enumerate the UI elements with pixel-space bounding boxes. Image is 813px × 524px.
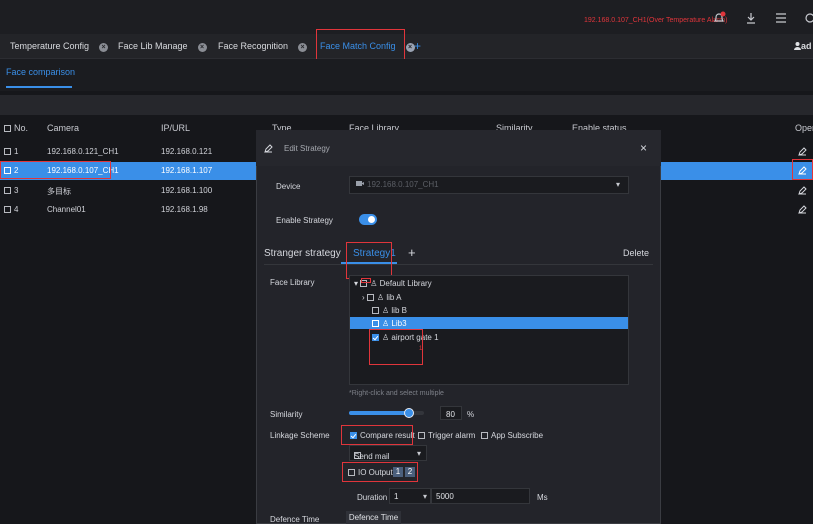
- tab-face-comparison[interactable]: Face comparison: [6, 67, 75, 77]
- edit-icon[interactable]: [798, 186, 807, 197]
- row-ip: 192.168.1.100: [161, 186, 213, 195]
- dialog-title: Edit Strategy: [284, 144, 330, 153]
- row-camera: 多目标: [47, 187, 71, 196]
- similarity-slider-fill: [349, 411, 409, 415]
- highlight-box: [342, 462, 418, 482]
- settings-icon[interactable]: [803, 11, 813, 25]
- divider: [264, 264, 653, 265]
- toolbar-band: [0, 95, 813, 115]
- linkage-scheme-label: Linkage Scheme: [270, 431, 330, 440]
- row-ip: 192.168.1.107: [161, 166, 213, 175]
- chevron-down-icon: ▾: [423, 492, 428, 501]
- highlight-box: [341, 425, 413, 445]
- tree-node-lib3[interactable]: ♙ Lib3: [372, 319, 407, 328]
- highlight-box: [369, 329, 423, 365]
- tree-checkbox[interactable]: [366, 294, 374, 301]
- tab-face-recognition[interactable]: Face Recognition ×: [218, 34, 308, 59]
- chevron-right-icon[interactable]: ›: [362, 293, 365, 302]
- menu-icon[interactable]: [774, 11, 788, 25]
- app-subscribe-checkbox[interactable]: App Subscribe: [481, 431, 543, 440]
- edit-icon[interactable]: [798, 205, 807, 216]
- enable-strategy-label: Enable Strategy: [276, 216, 333, 225]
- camera-icon: [356, 180, 364, 189]
- highlight-box: [361, 278, 371, 283]
- select-all-checkbox[interactable]: [4, 125, 11, 132]
- close-icon[interactable]: ×: [99, 43, 109, 52]
- duration-label: Duration: [357, 493, 388, 502]
- chevron-down-icon: ▾: [417, 449, 422, 458]
- chevron-down-icon[interactable]: ▾: [354, 279, 358, 288]
- delete-strategy-button[interactable]: Delete: [623, 248, 649, 258]
- similarity-slider-handle[interactable]: [404, 408, 414, 418]
- tab-temperature-config[interactable]: Temperature Config ×: [10, 34, 109, 59]
- duration-ms-input[interactable]: 5000: [431, 488, 530, 504]
- bell-icon[interactable]: [712, 11, 726, 25]
- device-label: Device: [276, 182, 301, 191]
- tab-bar: Temperature Config × Face Lib Manage × Fac…: [0, 34, 813, 59]
- add-tab-icon[interactable]: +: [414, 34, 421, 59]
- header-camera: Camera: [47, 123, 80, 133]
- close-icon[interactable]: ×: [298, 43, 308, 52]
- close-icon[interactable]: ×: [197, 43, 207, 52]
- library-icon: ♙: [382, 319, 390, 328]
- sub-tab-bar: [0, 59, 813, 91]
- edit-icon[interactable]: [798, 147, 807, 158]
- tree-checkbox[interactable]: [372, 320, 379, 327]
- trigger-alarm-checkbox[interactable]: Trigger alarm: [418, 431, 475, 440]
- tree-node-lib-a[interactable]: › ♙ lib A: [362, 293, 401, 302]
- header-ip: IP/URL: [161, 123, 191, 133]
- user-icon: [794, 35, 801, 50]
- similarity-label: Similarity: [270, 410, 303, 419]
- send-mail-select[interactable]: Send mail ▾: [349, 445, 427, 461]
- duration-select[interactable]: 1 ▾: [389, 488, 431, 504]
- row-checkbox[interactable]: [4, 148, 11, 155]
- row-checkbox[interactable]: [4, 206, 11, 213]
- highlight-box: [346, 242, 392, 279]
- library-icon: ♙: [376, 293, 385, 302]
- face-library-label: Face Library: [270, 278, 315, 287]
- similarity-slider-track[interactable]: [349, 408, 424, 418]
- defence-time-label: Defence Time: [270, 515, 320, 524]
- close-icon[interactable]: ×: [640, 141, 647, 155]
- ms-unit: Ms: [537, 493, 548, 502]
- tree-checkbox[interactable]: [372, 307, 379, 314]
- defence-time-button[interactable]: Defence Time: [346, 511, 401, 524]
- row-checkbox[interactable]: [4, 187, 11, 194]
- highlight-box: [792, 159, 813, 180]
- highlight-box: [0, 161, 111, 179]
- alarm-notice[interactable]: 192.168.0.107_CH1(Over Temperature Alarm…: [584, 17, 727, 24]
- header-operation: Oper: [795, 123, 813, 133]
- tab-face-lib-manage[interactable]: Face Lib Manage ×: [118, 34, 207, 59]
- device-select[interactable]: 192.168.0.107_CH1 ▾: [349, 176, 629, 194]
- row-camera: 192.168.0.121_CH1: [47, 147, 119, 156]
- similarity-input[interactable]: 80: [440, 406, 462, 420]
- enable-strategy-toggle[interactable]: [359, 214, 377, 225]
- library-icon: ♙: [382, 306, 390, 315]
- library-icon: ♙: [370, 279, 378, 288]
- row-camera: Channel01: [47, 205, 86, 214]
- header-no: No.: [4, 123, 28, 133]
- chevron-down-icon: ▾: [616, 180, 621, 189]
- user-menu[interactable]: ad: [794, 34, 812, 59]
- add-strategy-button[interactable]: +: [408, 245, 416, 260]
- active-tab-underline: [6, 86, 72, 88]
- tree-node-lib-b[interactable]: ♙ lib B: [372, 306, 407, 315]
- row-ip: 192.168.0.121: [161, 147, 213, 156]
- row-ip: 192.168.1.98: [161, 205, 208, 214]
- percent-unit: %: [467, 410, 475, 419]
- multi-select-hint: *Right-click and select multiple: [349, 390, 444, 397]
- tab-stranger-strategy[interactable]: Stranger strategy: [264, 248, 341, 259]
- download-icon[interactable]: [744, 11, 758, 25]
- edit-icon: [264, 144, 273, 155]
